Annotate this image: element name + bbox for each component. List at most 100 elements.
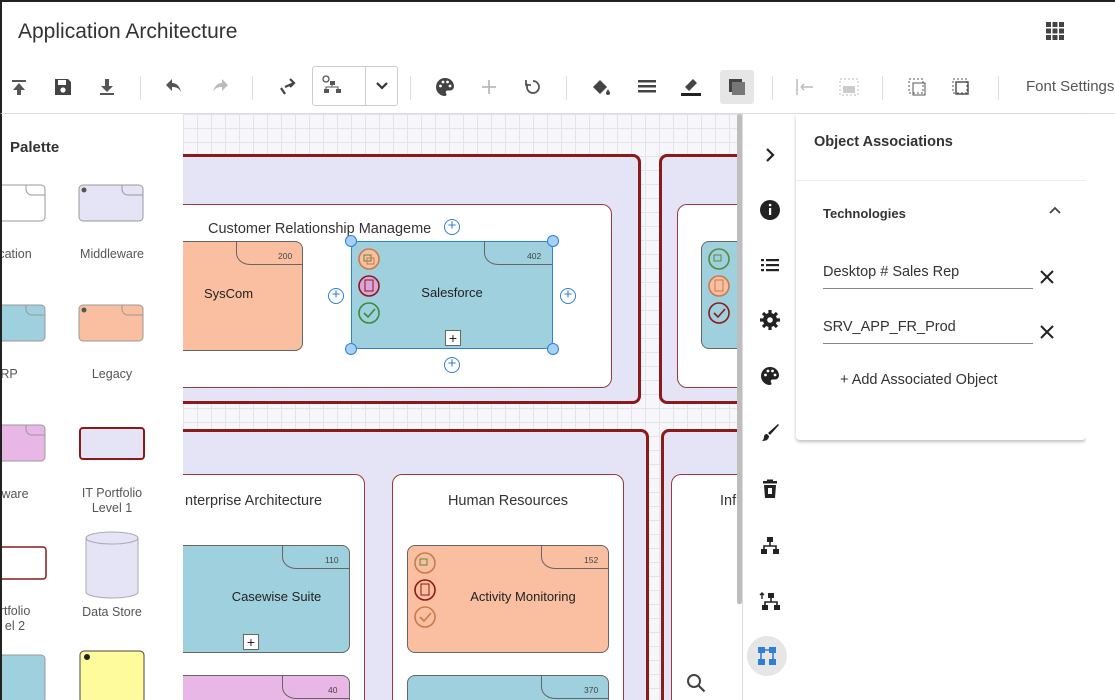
toolbar: Font Settings [0,60,1115,114]
parent-hierarchy-button[interactable] [753,585,787,619]
chevron-down-icon [369,73,395,99]
delete-button[interactable] [753,472,787,506]
node-casewise-suite[interactable]: 110 Casewise Suite + [183,545,350,653]
associations-icon [758,647,776,665]
node-label: SysCom [204,286,254,301]
palette-shape-yellow[interactable] [78,649,148,700]
node-partial-blue[interactable]: 370 [407,675,609,700]
node-label: Casewise Suite [231,589,322,604]
brush-button[interactable] [753,416,787,450]
apps-grid-icon[interactable] [1044,20,1066,42]
association-item[interactable]: Desktop # Sales Rep [823,260,1033,289]
pen-color-icon[interactable] [678,74,704,100]
resize-handle[interactable] [345,343,357,355]
page-title: Application Architecture [18,20,238,43]
node-salesforce[interactable]: 402 Salesforce + [351,241,553,349]
chevron-up-icon[interactable] [1046,202,1064,220]
save-icon[interactable] [50,74,76,100]
palette-shape-application[interactable] [0,184,48,224]
palette-label: cation [0,247,32,261]
palette-shape-middleware[interactable] [78,184,146,224]
style-button[interactable] [753,359,787,393]
download-icon[interactable] [94,74,120,100]
side-rail [742,114,796,700]
diagram-canvas[interactable]: Customer Relationship Manageme 200 SysCo… [183,114,740,700]
node-number: 370 [584,685,599,695]
palette-shape-software[interactable] [0,424,48,464]
resize-handle[interactable] [345,235,357,247]
toolbar-divider [772,76,773,100]
palette-label: IT Portfolio Level 1 [81,486,143,515]
list-icon [761,259,779,272]
node-partial-pink[interactable]: 40 [183,675,350,700]
collapse-panel-button[interactable] [753,138,787,172]
associations-button[interactable] [747,636,787,676]
line-style-icon[interactable] [634,74,660,100]
align-left-icon[interactable] [792,74,818,100]
association-item[interactable]: SRV_APP_FR_Prod [823,315,1033,344]
palette-shape-legacy[interactable] [78,304,146,344]
node-number: 40 [328,685,338,695]
hierarchy-button[interactable] [753,529,787,563]
node-number: 152 [584,555,599,565]
node-tab [541,545,609,569]
gear-icon [760,310,780,330]
node-tab [236,241,303,265]
info-button[interactable] [753,193,787,227]
shadow-icon[interactable] [720,70,754,104]
toolbar-divider [410,76,411,100]
chevron-right-icon [766,148,775,162]
palette-shape-erp[interactable] [0,304,48,344]
toolbar-divider [882,76,883,100]
palette-label: Middleware [80,247,144,261]
rotate-icon[interactable] [520,74,546,100]
add-connection-right[interactable]: + [560,287,576,304]
resize-handle[interactable] [547,235,559,247]
settings-button[interactable] [753,303,787,337]
add-associated-object-button[interactable]: + Add Associated Object [840,372,998,388]
node-tab [541,675,609,699]
association-name: Desktop # Sales Rep [823,264,960,280]
layout-dropdown[interactable] [312,66,398,106]
image-frame-icon[interactable] [836,74,862,100]
node-tab [484,241,552,265]
list-button[interactable] [753,248,787,282]
add-connection-bottom[interactable]: + [444,356,460,373]
remove-association-icon[interactable] [1038,323,1056,341]
technologies-section-title: Technologies [823,206,906,221]
group-select-icon[interactable] [948,74,974,100]
redo-icon[interactable] [206,74,232,100]
palette-color-icon[interactable] [432,74,458,100]
palette-icon [761,367,779,385]
expand-node-button[interactable]: + [243,634,259,650]
select-region-icon[interactable] [904,74,930,100]
add-connection-left[interactable]: + [328,287,344,304]
palette-label: RP [0,367,18,381]
canvas-search-button[interactable] [676,663,716,700]
info-icon [760,200,780,220]
add-icon[interactable] [476,74,502,100]
fill-bucket-icon[interactable] [588,74,614,100]
toolbar-divider [998,76,999,100]
remove-association-icon[interactable] [1038,268,1056,286]
font-settings-button[interactable]: Font Settings [1026,78,1114,95]
undo-icon[interactable] [162,74,188,100]
upload-icon[interactable] [6,74,32,100]
node-number: 200 [278,251,293,261]
node-number: 110 [325,555,339,565]
app-header: Application Architecture [0,0,1115,60]
toolbar-divider [252,76,253,100]
palette-label: ware [1,487,29,501]
group-title-inf: Inf [720,493,737,509]
node-partial[interactable] [701,241,740,349]
connector-icon[interactable] [274,74,300,100]
palette-shape-blue[interactable] [0,654,48,700]
node-activity-monitoring[interactable]: 152 Activity Monitoring [407,545,609,653]
resize-handle[interactable] [547,343,559,355]
add-connection-top[interactable]: + [444,218,460,235]
palette-shape-data-store[interactable] [84,530,140,600]
node-syscom[interactable]: 200 SysCom [183,241,303,351]
palette-shape-it-portfolio-level-1[interactable] [78,426,148,462]
expand-node-button[interactable]: + [445,330,461,346]
palette-shape-it-portfolio-level-2[interactable] [0,546,48,582]
